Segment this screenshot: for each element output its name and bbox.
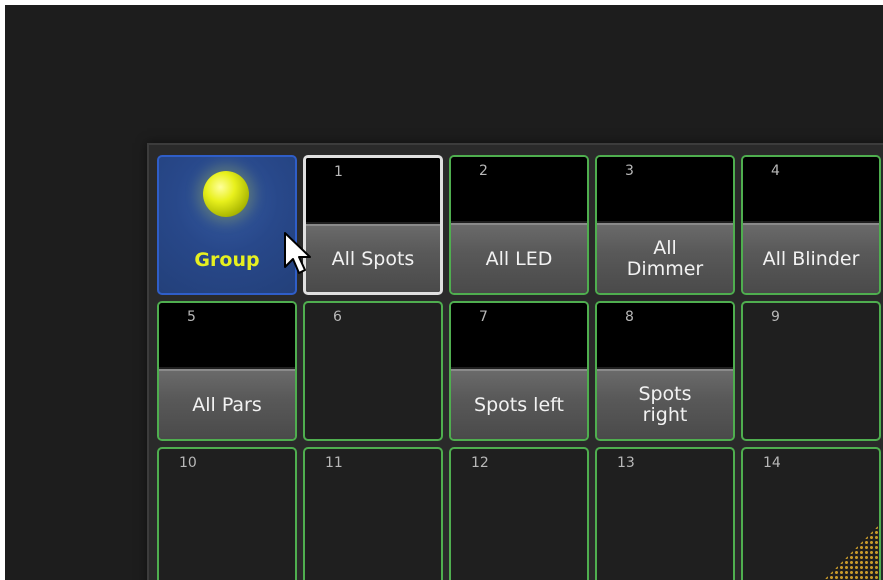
group-cell-11[interactable]: 11 [303, 447, 443, 580]
group-cell-number: 4 [771, 163, 780, 179]
group-cell-preview [159, 303, 295, 367]
group-cell-7[interactable]: 7 Spots left [449, 301, 589, 441]
group-cell-label: All LED [451, 223, 587, 293]
group-cell-number: 13 [617, 455, 635, 471]
group-cell-number: 2 [479, 163, 488, 179]
group-cell-number: 12 [471, 455, 489, 471]
group-cell-10[interactable]: 10 [157, 447, 297, 580]
group-cell-preview [451, 303, 587, 367]
group-pool-window: Group 1 All Spots 2 All LED 3 All Dimmer… [147, 143, 883, 580]
group-cell-label: Spots right [597, 369, 733, 439]
group-cell-preview [597, 303, 733, 367]
group-cell-number: 5 [187, 309, 196, 325]
group-cell-9[interactable]: 9 [741, 301, 881, 441]
group-cell-number: 8 [625, 309, 634, 325]
sphere-icon [203, 171, 249, 217]
screen-background: Group 1 All Spots 2 All LED 3 All Dimmer… [5, 5, 883, 580]
group-cell-number: 9 [771, 309, 780, 325]
group-cell-preview [306, 158, 440, 222]
resize-handle-icon[interactable] [819, 525, 879, 580]
group-cell-preview [597, 157, 733, 221]
group-cell-5[interactable]: 5 All Pars [157, 301, 297, 441]
group-cell-number: 1 [334, 164, 343, 180]
group-cell-12[interactable]: 12 [449, 447, 589, 580]
group-cell-label: All Spots [306, 224, 440, 292]
group-cell-number: 6 [333, 309, 342, 325]
group-cell-label: All Blinder [743, 223, 879, 293]
group-cell-6[interactable]: 6 [303, 301, 443, 441]
group-cell-4[interactable]: 4 All Blinder [741, 155, 881, 295]
group-cell-2[interactable]: 2 All LED [449, 155, 589, 295]
group-cell-number: 10 [179, 455, 197, 471]
group-cell-label: Spots left [451, 369, 587, 439]
group-cell-number: 7 [479, 309, 488, 325]
group-cell-13[interactable]: 13 [595, 447, 735, 580]
mouse-pointer-icon [284, 232, 311, 274]
group-cell-label: All Dimmer [597, 223, 733, 293]
group-cell-label: All Pars [159, 369, 295, 439]
group-cell-preview [451, 157, 587, 221]
group-cell-1[interactable]: 1 All Spots [303, 155, 443, 295]
group-pool-title[interactable]: Group [157, 155, 297, 295]
group-cell-number: 11 [325, 455, 343, 471]
group-cell-number: 14 [763, 455, 781, 471]
group-cell-number: 3 [625, 163, 634, 179]
group-cell-8[interactable]: 8 Spots right [595, 301, 735, 441]
group-cell-14[interactable]: 14 [741, 447, 881, 580]
group-pool-title-label: Group [194, 249, 260, 271]
group-cell-preview [743, 157, 879, 221]
group-cell-3[interactable]: 3 All Dimmer [595, 155, 735, 295]
